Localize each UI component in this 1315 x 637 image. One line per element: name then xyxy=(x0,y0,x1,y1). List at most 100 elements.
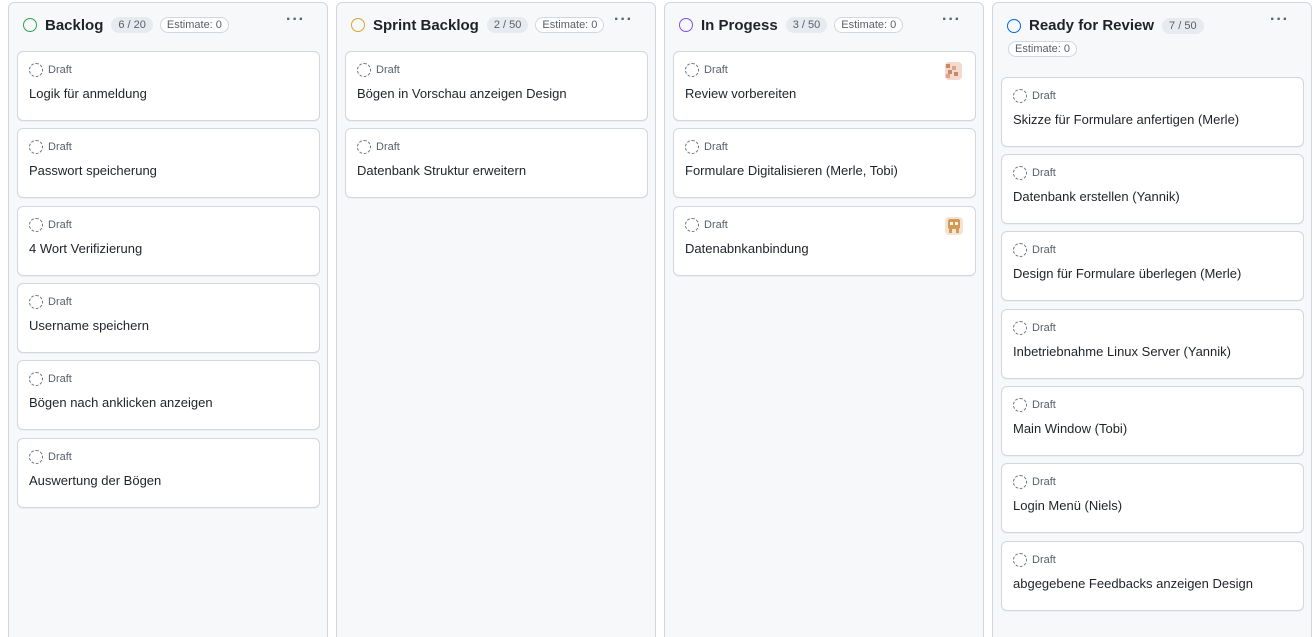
item-count-badge: 7 / 50 xyxy=(1162,17,1204,34)
estimate-badge: Estimate: 0 xyxy=(834,17,904,33)
card-item[interactable]: Draft 4 Wort Verifizierung xyxy=(17,206,320,276)
draft-status-icon xyxy=(685,140,699,154)
status-circle-icon xyxy=(1007,18,1021,33)
card-item[interactable]: Draft Bögen nach anklicken anzeigen xyxy=(17,360,320,430)
card-item[interactable]: Draft Datenbank Struktur erweitern xyxy=(345,128,648,198)
card-status: Draft xyxy=(1032,90,1056,102)
draft-status-icon xyxy=(357,140,371,154)
status-circle-icon xyxy=(679,18,693,32)
card-status: Draft xyxy=(1032,167,1056,179)
draft-status-icon xyxy=(685,218,699,232)
column-menu-ellipsis-icon[interactable]: ··· xyxy=(942,11,961,29)
column-menu-ellipsis-icon[interactable]: ··· xyxy=(286,11,305,29)
card-status: Draft xyxy=(48,219,72,231)
card-title[interactable]: Main Window (Tobi) xyxy=(1013,421,1127,436)
draft-status-icon xyxy=(1013,475,1027,489)
card-status: Draft xyxy=(1032,244,1056,256)
assignee-avatar-icon[interactable] xyxy=(945,217,963,235)
card-status: Draft xyxy=(48,451,72,463)
draft-status-icon xyxy=(29,372,43,386)
card-item[interactable]: Draft Review vorbereiten xyxy=(673,51,976,121)
card-status: Draft xyxy=(704,219,728,231)
card-item[interactable]: Draft Skizze für Formulare anfertigen (M… xyxy=(1001,77,1304,147)
draft-status-icon xyxy=(1013,243,1027,257)
item-count-badge: 2 / 50 xyxy=(486,17,529,33)
estimate-badge: Estimate: 0 xyxy=(159,17,229,33)
draft-status-icon xyxy=(357,63,371,77)
card-item[interactable]: Draft Username speichern xyxy=(17,283,320,353)
column-title: Ready for Review xyxy=(1029,17,1155,34)
project-board: Backlog 6 / 20 Estimate: 0 ··· Draft Log… xyxy=(0,0,1315,637)
card-status: Draft xyxy=(1032,399,1056,411)
draft-status-icon xyxy=(1013,321,1027,335)
card-item[interactable]: Draft Logik für anmeldung xyxy=(17,51,320,121)
column-header: Ready for Review 7 / 50 Estimate: 0 ··· xyxy=(993,3,1311,69)
card-status: Draft xyxy=(48,296,72,308)
column-title: Backlog xyxy=(45,16,104,34)
card-title[interactable]: Login Menü (Niels) xyxy=(1013,498,1122,513)
card-item[interactable]: Draft Login Menü (Niels) xyxy=(1001,463,1304,533)
draft-status-icon xyxy=(29,218,43,232)
card-item[interactable]: Draft Bögen in Vorschau anzeigen Design xyxy=(345,51,648,121)
item-count-badge: 6 / 20 xyxy=(111,17,153,33)
status-circle-icon xyxy=(351,18,365,32)
card-title[interactable]: 4 Wort Verifizierung xyxy=(29,241,142,256)
estimate-badge: Estimate: 0 xyxy=(535,17,605,33)
card-title[interactable]: Bögen in Vorschau anzeigen Design xyxy=(357,86,567,101)
estimate-badge: Estimate: 0 xyxy=(1008,41,1078,57)
card-item[interactable]: Draft abgegebene Feedbacks anzeigen Desi… xyxy=(1001,541,1304,611)
card-title[interactable]: Formulare Digitalisieren (Merle, Tobi) xyxy=(685,163,898,178)
card-item[interactable]: Draft Auswertung der Bögen xyxy=(17,438,320,508)
card-title[interactable]: Datenabnkanbindung xyxy=(685,241,809,256)
column-ready-for-review: Ready for Review 7 / 50 Estimate: 0 ··· … xyxy=(992,2,1312,637)
card-title[interactable]: Logik für anmeldung xyxy=(29,86,147,101)
card-item[interactable]: Draft Passwort speicherung xyxy=(17,128,320,198)
column-title: In Progess xyxy=(701,16,778,34)
column-backlog: Backlog 6 / 20 Estimate: 0 ··· Draft Log… xyxy=(8,2,328,637)
card-title[interactable]: Review vorbereiten xyxy=(685,86,796,101)
card-status: Draft xyxy=(376,141,400,153)
card-title[interactable]: Auswertung der Bögen xyxy=(29,473,161,488)
card-status: Draft xyxy=(1032,554,1056,566)
card-item[interactable]: Draft Formulare Digitalisieren (Merle, T… xyxy=(673,128,976,198)
card-title[interactable]: Skizze für Formulare anfertigen (Merle) xyxy=(1013,112,1239,127)
column-menu-ellipsis-icon[interactable]: ··· xyxy=(1270,11,1289,29)
card-status: Draft xyxy=(376,64,400,76)
card-title[interactable]: Design für Formulare überlegen (Merle) xyxy=(1013,266,1241,281)
status-circle-icon xyxy=(23,18,37,32)
card-title[interactable]: Passwort speicherung xyxy=(29,163,157,178)
draft-status-icon xyxy=(1013,89,1027,103)
card-title[interactable]: Bögen nach anklicken anzeigen xyxy=(29,395,213,410)
card-title[interactable]: Datenbank Struktur erweitern xyxy=(357,163,526,178)
card-title[interactable]: Datenbank erstellen (Yannik) xyxy=(1013,189,1180,204)
column-header: Backlog 6 / 20 Estimate: 0 ··· xyxy=(9,3,327,47)
draft-status-icon xyxy=(1013,398,1027,412)
draft-status-icon xyxy=(29,295,43,309)
card-item[interactable]: Draft Main Window (Tobi) xyxy=(1001,386,1304,456)
draft-status-icon xyxy=(29,450,43,464)
column-menu-ellipsis-icon[interactable]: ··· xyxy=(614,11,633,29)
card-title[interactable]: Username speichern xyxy=(29,318,149,333)
draft-status-icon xyxy=(1013,166,1027,180)
card-status: Draft xyxy=(1032,322,1056,334)
column-sprint-backlog: Sprint Backlog 2 / 50 Estimate: 0 ··· Dr… xyxy=(336,2,656,637)
draft-status-icon xyxy=(1013,553,1027,567)
card-item[interactable]: Draft Design für Formulare überlegen (Me… xyxy=(1001,231,1304,301)
column-header: Sprint Backlog 2 / 50 Estimate: 0 ··· xyxy=(337,3,655,47)
card-status: Draft xyxy=(48,141,72,153)
card-status: Draft xyxy=(704,64,728,76)
column-in-progress: In Progess 3 / 50 Estimate: 0 ··· Draft … xyxy=(664,2,984,637)
card-item[interactable]: Draft Inbetriebnahme Linux Server (Yanni… xyxy=(1001,309,1304,379)
card-status: Draft xyxy=(704,141,728,153)
card-status: Draft xyxy=(48,64,72,76)
draft-status-icon xyxy=(29,63,43,77)
card-title[interactable]: Inbetriebnahme Linux Server (Yannik) xyxy=(1013,344,1231,359)
item-count-badge: 3 / 50 xyxy=(785,17,828,33)
card-item[interactable]: Draft Datenabnkanbindung xyxy=(673,206,976,276)
draft-status-icon xyxy=(685,63,699,77)
assignee-avatar-icon[interactable] xyxy=(945,62,963,80)
card-title[interactable]: abgegebene Feedbacks anzeigen Design xyxy=(1013,576,1253,591)
card-status: Draft xyxy=(48,373,72,385)
column-header: In Progess 3 / 50 Estimate: 0 ··· xyxy=(665,3,983,47)
card-item[interactable]: Draft Datenbank erstellen (Yannik) xyxy=(1001,154,1304,224)
